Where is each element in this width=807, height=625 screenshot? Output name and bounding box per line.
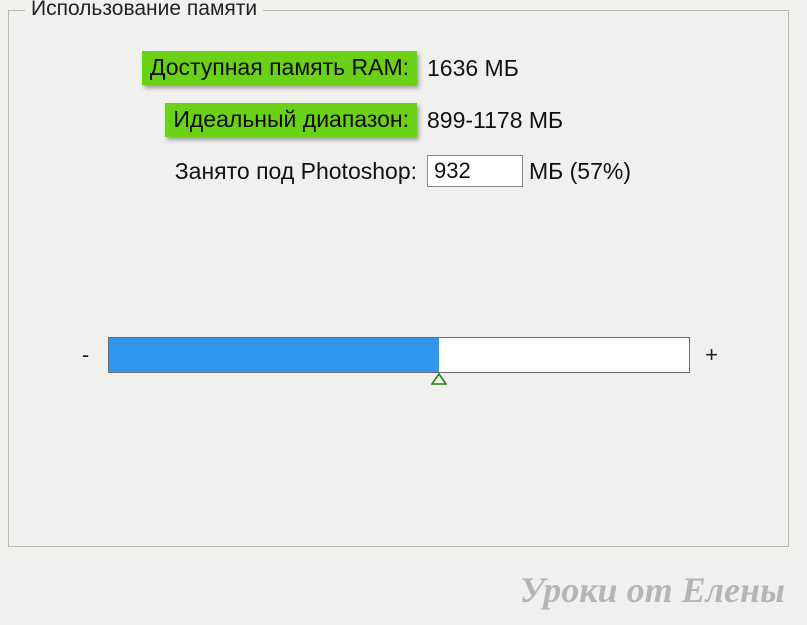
slider-wrap (108, 337, 690, 373)
row-ideal-range: Идеальный диапазон: 899-1178 МБ (9, 103, 788, 137)
row-used-by-photoshop: Занято под Photoshop: МБ (57%) (9, 155, 788, 187)
used-suffix: МБ (57%) (529, 158, 631, 185)
ideal-range-value: 899-1178 МБ (427, 107, 563, 134)
label-col: Доступная память RAM: (9, 51, 427, 85)
memory-usage-group: Использование памяти Доступная память RA… (8, 10, 789, 547)
slider-plus-button[interactable]: + (702, 337, 722, 373)
settings-rows: Доступная память RAM: 1636 МБ Идеальный … (9, 11, 788, 187)
slider-minus-button[interactable]: - (76, 337, 96, 373)
memory-slider-area: - + (9, 337, 788, 373)
label-col: Идеальный диапазон: (9, 103, 427, 137)
memory-slider-thumb[interactable] (431, 373, 447, 385)
label-col: Занято под Photoshop: (9, 158, 427, 185)
used-label: Занято под Photoshop: (175, 158, 417, 185)
memory-slider-fill (109, 338, 440, 372)
used-value-col: МБ (57%) (427, 155, 631, 187)
group-title: Использование памяти (25, 0, 263, 21)
row-available-ram: Доступная память RAM: 1636 МБ (9, 51, 788, 85)
memory-input[interactable] (427, 155, 523, 187)
available-ram-label: Доступная память RAM: (142, 51, 417, 85)
ideal-range-label: Идеальный диапазон: (165, 103, 417, 137)
memory-slider-track[interactable] (108, 337, 690, 373)
watermark-text: Уроки от Елены (520, 569, 785, 611)
available-ram-value: 1636 МБ (427, 55, 519, 82)
